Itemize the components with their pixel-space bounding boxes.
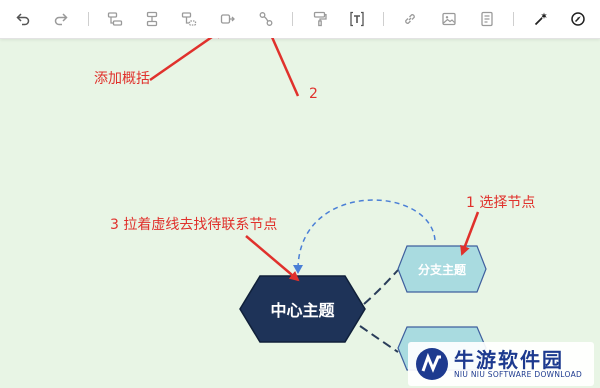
insert-note-icon	[481, 11, 493, 27]
redo-button[interactable]	[50, 8, 72, 30]
add-parent-node-icon	[181, 12, 197, 26]
insert-link-icon	[405, 14, 415, 24]
watermark-logo-icon	[416, 348, 448, 380]
format-painter-icon	[313, 11, 327, 27]
insert-note-button[interactable]	[476, 8, 498, 30]
central-topic-label: 中心主题	[270, 301, 335, 320]
watermark-title: 牛游软件园	[454, 348, 564, 372]
redo-icon	[54, 13, 68, 26]
branch-connector	[363, 269, 399, 305]
insert-text-button[interactable]	[346, 8, 368, 30]
annotation-arrow-drag	[245, 235, 300, 282]
format-painter-button[interactable]	[309, 8, 331, 30]
annotation-add-summary: 添加概括	[94, 71, 150, 87]
toolbar-divider	[383, 12, 384, 26]
magic-wand-icon	[534, 12, 547, 26]
add-child-node-button[interactable]	[141, 8, 163, 30]
magic-wand-button[interactable]	[530, 8, 552, 30]
annotation-step-1: 1 选择节点	[466, 195, 536, 211]
mindmap-canvas[interactable]	[0, 38, 600, 388]
add-summary-button[interactable]	[217, 8, 239, 30]
compass-button[interactable]	[567, 8, 589, 30]
annotation-arrow-relation	[271, 38, 300, 97]
mindmap-drawing	[149, 38, 487, 371]
add-summary-icon	[220, 14, 235, 24]
add-child-node-icon	[146, 11, 158, 27]
annotation-arrow-summary	[149, 38, 224, 82]
toolbar-divider	[513, 12, 514, 26]
watermark-subtitle: NIU NIU SOFTWARE DOWNLOAD	[454, 370, 583, 379]
add-sibling-node-icon	[107, 12, 123, 26]
relation-arrowhead	[293, 265, 303, 274]
watermark: 牛游软件园 NIU NIU SOFTWARE DOWNLOAD	[408, 342, 594, 386]
undo-button[interactable]	[12, 8, 34, 30]
toolbar-divider	[88, 12, 89, 26]
compass-icon	[571, 12, 585, 26]
add-parent-node-button[interactable]	[178, 8, 200, 30]
add-sibling-node-button[interactable]	[104, 8, 126, 30]
annotation-step-3: 3 拉着虚线去找待联系节点	[110, 217, 278, 233]
toolbar	[0, 0, 600, 39]
insert-link-button[interactable]	[399, 8, 421, 30]
insert-image-button[interactable]	[438, 8, 460, 30]
branch-connector	[359, 325, 399, 353]
branch-topic-label: 分支主题	[417, 263, 466, 277]
add-relation-line-button[interactable]	[255, 8, 277, 30]
undo-icon	[16, 13, 30, 26]
insert-text-icon	[350, 11, 364, 27]
annotation-step-2: 2	[309, 86, 318, 102]
insert-image-icon	[442, 12, 456, 26]
add-relation-line-icon	[259, 12, 273, 26]
toolbar-divider	[292, 12, 293, 26]
